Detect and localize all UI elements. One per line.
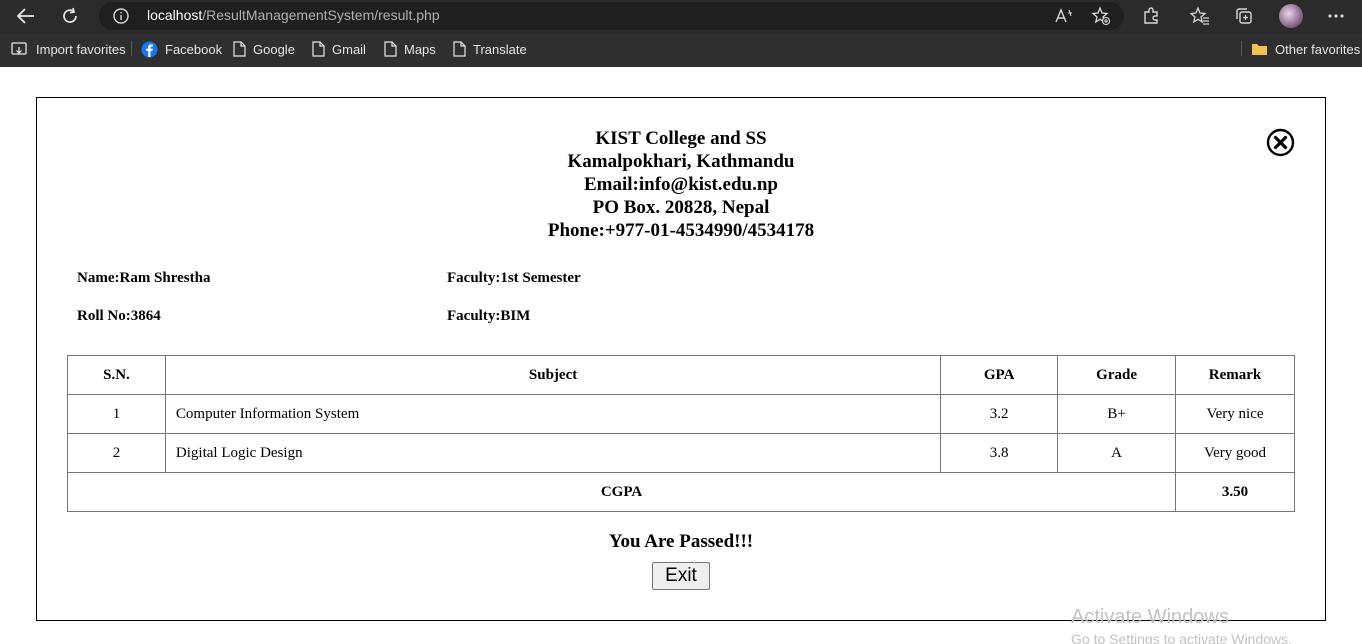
student-semester: Faculty:1st Semester bbox=[447, 270, 581, 286]
result-message: You Are Passed!!! bbox=[608, 531, 754, 552]
watermark-line-1: Activate Windows bbox=[1071, 606, 1229, 628]
page-icon bbox=[233, 41, 246, 57]
bookmark-label: Facebook bbox=[165, 41, 223, 57]
watermark-line-2: Go to Settings to activate Windows. bbox=[1071, 631, 1292, 644]
college-name: KIST College and SS bbox=[595, 128, 767, 149]
bookmark-label: Import favorites bbox=[36, 41, 126, 57]
college-po-box: PO Box. 20828, Nepal bbox=[592, 197, 770, 218]
folder-icon bbox=[1252, 44, 1267, 55]
student-faculty: Faculty:BIM bbox=[447, 308, 531, 324]
cell-subject: Computer Information System bbox=[164, 394, 942, 434]
page-icon bbox=[384, 41, 397, 57]
cgpa-label: CGPA bbox=[66, 472, 1177, 512]
back-arrow-icon[interactable] bbox=[13, 4, 39, 28]
cell-gpa: 3.2 bbox=[940, 394, 1059, 434]
activate-windows-watermark: Activate Windows Go to Settings to activ… bbox=[1071, 606, 1292, 644]
bookmark-label: Google bbox=[253, 41, 295, 57]
bookmark-maps[interactable]: Maps bbox=[384, 40, 436, 58]
import-icon bbox=[11, 42, 27, 55]
header-gpa: GPA bbox=[940, 355, 1059, 395]
avatar[interactable] bbox=[1279, 4, 1303, 28]
bookmark-gmail[interactable]: Gmail bbox=[312, 40, 366, 58]
college-email: Email:info@kist.edu.np bbox=[584, 174, 778, 195]
add-favorite-icon[interactable] bbox=[1090, 5, 1112, 27]
cell-remark: Very nice bbox=[1175, 394, 1295, 434]
facebook-icon bbox=[141, 41, 158, 57]
exit-button[interactable]: Exit bbox=[652, 562, 710, 590]
read-aloud-icon[interactable] bbox=[1053, 5, 1075, 27]
student-name: Name:Ram Shrestha bbox=[77, 270, 211, 286]
url-path: /ResultManagementSystem/result.php bbox=[202, 7, 440, 23]
bookmark-divider bbox=[131, 41, 132, 56]
header-remark: Remark bbox=[1175, 355, 1295, 395]
table-row: 1 Computer Information System 3.2 B+ Ver… bbox=[67, 394, 1295, 434]
cell-grade: A bbox=[1057, 433, 1177, 473]
header-grade: Grade bbox=[1057, 355, 1177, 395]
cgpa-value: 3.50 bbox=[1175, 472, 1295, 512]
header-subject: Subject bbox=[164, 355, 942, 395]
url-text[interactable]: localhost/ResultManagementSystem/result.… bbox=[147, 7, 440, 23]
cell-grade: B+ bbox=[1057, 394, 1177, 434]
cell-remark: Very good bbox=[1175, 433, 1295, 473]
bookmark-google[interactable]: Google bbox=[233, 40, 295, 58]
table-row: 2 Digital Logic Design 3.8 A Very good bbox=[67, 433, 1295, 473]
table-header-row: S.N. Subject GPA Grade Remark bbox=[67, 355, 1295, 395]
page-icon bbox=[312, 41, 325, 57]
cell-sn: 2 bbox=[67, 433, 166, 473]
bookmark-facebook[interactable]: Facebook bbox=[141, 40, 222, 58]
college-phone: Phone:+977-01-4534990/4534178 bbox=[547, 220, 815, 241]
browser-toolbar: localhost/ResultManagementSystem/result.… bbox=[0, 0, 1362, 33]
header-sn: S.N. bbox=[67, 355, 166, 395]
bookmark-other-favorites[interactable]: Other favorites bbox=[1251, 40, 1360, 58]
refresh-icon[interactable] bbox=[57, 4, 83, 28]
more-icon[interactable] bbox=[1325, 5, 1347, 27]
bookmark-divider bbox=[1241, 41, 1242, 56]
bookmark-label: Other favorites bbox=[1275, 41, 1361, 57]
cell-sn: 1 bbox=[67, 394, 166, 434]
student-roll-no: Roll No:3864 bbox=[77, 308, 161, 324]
bookmark-label: Gmail bbox=[332, 41, 366, 57]
page-icon bbox=[453, 41, 466, 57]
info-icon[interactable] bbox=[112, 7, 130, 25]
cell-gpa: 3.8 bbox=[940, 433, 1059, 473]
bookmark-import-favorites[interactable]: Import favorites bbox=[11, 40, 126, 58]
cell-subject: Digital Logic Design bbox=[164, 433, 942, 473]
url-host: localhost bbox=[147, 7, 203, 23]
results-table: S.N. Subject GPA Grade Remark 1 Computer… bbox=[66, 355, 1295, 512]
bookmark-translate[interactable]: Translate bbox=[453, 40, 527, 58]
extensions-icon[interactable] bbox=[1140, 5, 1162, 27]
bookmark-label: Maps bbox=[404, 41, 436, 57]
college-address: Kamalpokhari, Kathmandu bbox=[567, 151, 795, 172]
cgpa-row: CGPA 3.50 bbox=[66, 472, 1295, 512]
collections-icon[interactable] bbox=[1233, 5, 1255, 27]
bookmark-label: Translate bbox=[473, 41, 527, 57]
favorites-icon[interactable] bbox=[1189, 5, 1211, 27]
